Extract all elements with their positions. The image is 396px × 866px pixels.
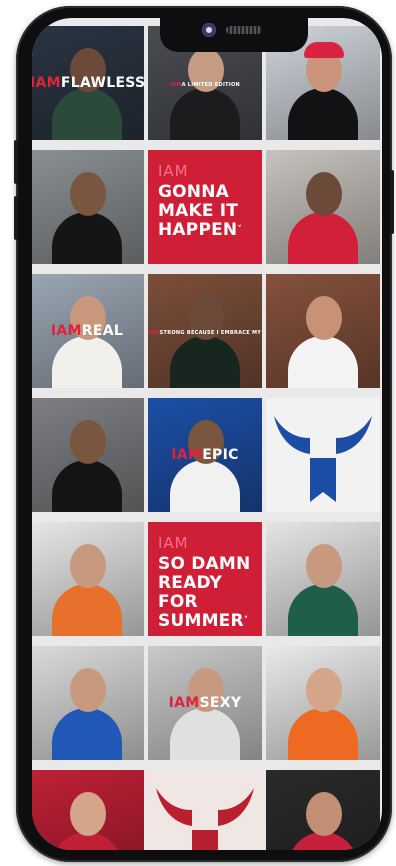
quote-line: SO DAMN xyxy=(158,554,251,574)
earpiece-speaker xyxy=(226,26,262,34)
model-torso xyxy=(52,708,122,760)
model-torso xyxy=(170,336,240,388)
caption-word: SEXY xyxy=(199,695,242,711)
model-head xyxy=(70,792,106,836)
brand-mark-icon: ˅ xyxy=(243,616,249,626)
post-tile[interactable] xyxy=(32,770,144,850)
post-tile[interactable]: IAMSTRONG BECAUSE I EMBRACE MY WEAKNESS xyxy=(148,274,262,388)
post-tile[interactable] xyxy=(266,522,380,636)
caption-word: FLAWLESS xyxy=(60,75,144,91)
model-torso xyxy=(52,584,122,636)
caption-overlay: IAMFLAWLESS xyxy=(32,75,144,91)
bull-logo-icon xyxy=(274,416,372,502)
model-head xyxy=(70,172,106,216)
model-head xyxy=(70,668,106,712)
model-photo xyxy=(266,522,380,636)
model-photo xyxy=(266,770,380,850)
model-photo xyxy=(266,150,380,264)
quote-line: SUMMER ˅ xyxy=(158,611,249,631)
caption-overlay: IAMSEXY xyxy=(148,695,262,711)
post-tile[interactable] xyxy=(32,646,144,760)
model-torso xyxy=(288,708,358,760)
post-tile[interactable]: IAMEPIC xyxy=(148,398,262,512)
model-torso xyxy=(288,584,358,636)
caption-iam: IAM xyxy=(169,82,182,89)
model-photo xyxy=(32,646,144,760)
caption-overlay: IAMREAL xyxy=(32,323,144,339)
model-head xyxy=(306,296,342,340)
model-photo xyxy=(266,274,380,388)
caption-word: EPIC xyxy=(202,447,239,463)
model-torso xyxy=(170,708,240,760)
model-torso xyxy=(288,88,358,140)
brand-mark-icon: ˅ xyxy=(237,225,243,235)
model-torso xyxy=(170,460,240,512)
model-head xyxy=(306,668,342,712)
model-torso xyxy=(288,336,358,388)
caption-word: STRONG BECAUSE I EMBRACE MY WEAKNESS xyxy=(159,330,262,337)
power-button xyxy=(390,170,394,234)
caption-iam: IAM xyxy=(32,75,61,91)
post-tile[interactable] xyxy=(266,150,380,264)
model-head xyxy=(306,172,342,216)
bull-logo-icon xyxy=(156,788,254,850)
post-tile[interactable] xyxy=(32,150,144,264)
model-photo xyxy=(266,646,380,760)
model-torso xyxy=(52,336,122,388)
post-tile[interactable] xyxy=(266,646,380,760)
model-photo xyxy=(32,770,144,850)
model-head xyxy=(306,792,342,836)
model-torso xyxy=(170,88,240,140)
screen: IAMFLAWLESS IAMA LIMITED EDITION IAM GONNA M… xyxy=(32,18,382,850)
model-photo xyxy=(32,150,144,264)
caption-overlay: IAMSTRONG BECAUSE I EMBRACE MY WEAKNESS xyxy=(148,330,262,336)
quote-line: GONNA xyxy=(158,182,230,202)
quote-iam: IAM xyxy=(158,534,189,552)
caption-iam: IAM xyxy=(148,330,160,337)
caption-iam: IAM xyxy=(168,695,200,711)
quote-iam: IAM xyxy=(158,162,189,180)
post-tile[interactable]: IAMREAL xyxy=(32,274,144,388)
post-tile[interactable]: IAMFLAWLESS xyxy=(32,26,144,140)
model-head xyxy=(70,420,106,464)
model-photo xyxy=(32,522,144,636)
post-tile[interactable] xyxy=(32,522,144,636)
caption-overlay: IAMA LIMITED EDITION xyxy=(148,82,262,88)
volume-down-button xyxy=(14,196,18,240)
post-tile[interactable] xyxy=(32,398,144,512)
volume-up-button xyxy=(14,140,18,184)
model-torso xyxy=(52,460,122,512)
quote-line: HAPPEN ˅ xyxy=(158,220,243,240)
model-head xyxy=(306,544,342,588)
caption-word: A LIMITED EDITION xyxy=(181,82,241,89)
front-camera-icon xyxy=(202,23,216,37)
caption-iam: IAM xyxy=(50,323,82,339)
cap xyxy=(304,42,344,58)
post-tile[interactable] xyxy=(266,770,380,850)
post-tile[interactable] xyxy=(266,398,380,512)
post-tile[interactable]: IAMSEXY xyxy=(148,646,262,760)
post-tile[interactable]: IAM GONNA MAKE IT HAPPEN ˅ xyxy=(148,150,262,264)
model-torso xyxy=(52,212,122,264)
quote-line: READY FOR xyxy=(158,573,223,612)
quote-line: MAKE IT xyxy=(158,201,239,221)
caption-word: REAL xyxy=(81,323,124,339)
model-torso xyxy=(52,88,122,140)
post-tile[interactable] xyxy=(148,770,262,850)
model-torso xyxy=(288,212,358,264)
quote-text: IAM SO DAMN READY FOR SUMMER ˅ xyxy=(158,534,256,631)
caption-overlay: IAMEPIC xyxy=(148,447,262,463)
post-tile[interactable]: IAM SO DAMN READY FOR SUMMER ˅ xyxy=(148,522,262,636)
post-tile[interactable] xyxy=(266,274,380,388)
quote-text: IAM GONNA MAKE IT HAPPEN ˅ xyxy=(158,162,256,240)
notch xyxy=(160,18,308,52)
model-head xyxy=(70,544,106,588)
model-photo xyxy=(32,398,144,512)
caption-iam: IAM xyxy=(171,447,203,463)
